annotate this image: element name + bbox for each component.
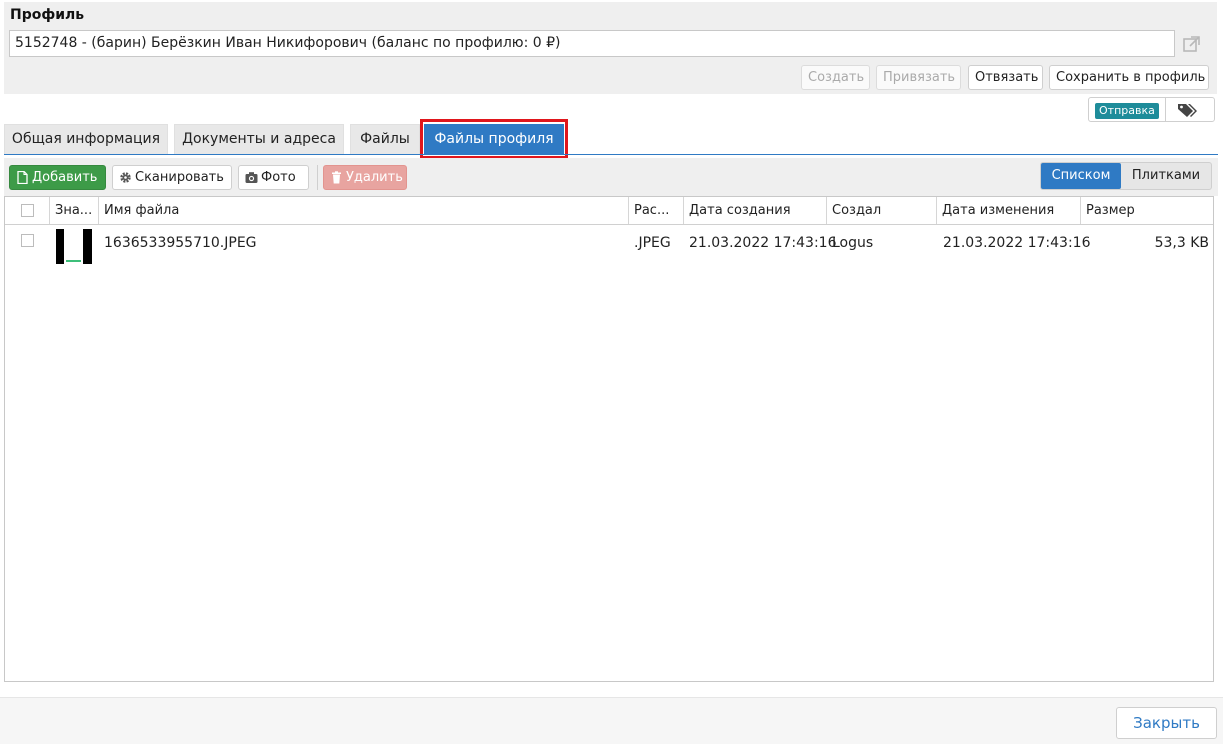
view-tiles-button[interactable]: Плитками [1121, 163, 1211, 189]
send-badge[interactable]: Отправка [1095, 103, 1159, 119]
add-button-label: Добавить [32, 170, 98, 185]
tab-general-info[interactable]: Общая информация [4, 124, 168, 154]
photo-button-label: Фото [261, 170, 296, 185]
scan-button[interactable]: Сканировать [112, 165, 232, 190]
thumbnail-page [64, 229, 83, 264]
thumbnail-accent [66, 260, 81, 262]
file-author: Logus [832, 235, 874, 251]
file-created: 21.03.2022 17:43:16 [689, 235, 837, 251]
column-extension[interactable]: Рас... [629, 197, 684, 224]
delete-button[interactable]: Удалить [323, 165, 407, 190]
column-filename[interactable]: Имя файла [99, 197, 629, 224]
file-name: 1636533955710.JPEG [104, 235, 257, 251]
file-size: 53,3 KB [1154, 235, 1209, 251]
toolbar-divider [317, 165, 318, 190]
tab-documents-addresses[interactable]: Документы и адреса [174, 124, 344, 154]
select-all-checkbox[interactable] [21, 204, 34, 217]
file-icon [17, 171, 28, 184]
table-header: Зна... Имя файла Рас... Дата создания Со… [5, 197, 1213, 225]
column-modified[interactable]: Дата изменения [937, 197, 1081, 224]
profile-panel: Профиль 5152748 - (барин) Берёзкин Иван … [4, 2, 1217, 94]
delete-button-label: Удалить [346, 170, 403, 185]
row-checkbox[interactable] [21, 234, 34, 247]
photo-button[interactable]: Фото [238, 165, 309, 190]
tag-divider [1165, 98, 1166, 121]
tabs-underline [4, 154, 1218, 155]
column-created[interactable]: Дата создания [684, 197, 827, 224]
file-modified: 21.03.2022 17:43:16 [943, 235, 1091, 251]
files-toolbar: Добавить Сканировать Фото Удалить Списко… [4, 158, 1218, 196]
files-table: Зна... Имя файла Рас... Дата создания Со… [4, 196, 1214, 682]
create-button[interactable]: Создать [801, 65, 870, 90]
column-size[interactable]: Размер [1081, 197, 1213, 224]
view-toggle: Списком Плитками [1040, 162, 1212, 190]
file-extension: .JPEG [634, 235, 671, 251]
gear-icon [120, 172, 131, 183]
profile-title: Профиль [10, 7, 85, 23]
column-author[interactable]: Создал [827, 197, 937, 224]
active-tab-highlight [420, 119, 568, 159]
table-row[interactable]: 1636533955710.JPEG .JPEG 21.03.2022 17:4… [5, 226, 1213, 266]
add-button[interactable]: Добавить [9, 165, 106, 190]
camera-icon [245, 172, 258, 183]
unbind-button[interactable]: Отвязать [968, 65, 1043, 90]
external-link-icon[interactable] [1182, 34, 1202, 54]
file-thumbnail [56, 229, 92, 264]
view-list-button[interactable]: Списком [1041, 163, 1121, 189]
profile-field[interactable]: 5152748 - (барин) Берёзкин Иван Никифоро… [9, 30, 1175, 57]
save-to-profile-button[interactable]: Сохранить в профиль [1049, 65, 1209, 90]
bind-button[interactable]: Привязать [876, 65, 961, 90]
trash-icon [332, 171, 341, 184]
select-all-column [5, 197, 50, 224]
tags-bar: Отправка [1088, 97, 1215, 122]
dialog-footer: Закрыть [0, 697, 1223, 744]
tab-files[interactable]: Файлы [350, 124, 420, 154]
scan-button-label: Сканировать [135, 170, 224, 185]
tags-icon[interactable] [1177, 102, 1199, 118]
column-icon[interactable]: Зна... [50, 197, 99, 224]
close-button[interactable]: Закрыть [1116, 707, 1217, 739]
